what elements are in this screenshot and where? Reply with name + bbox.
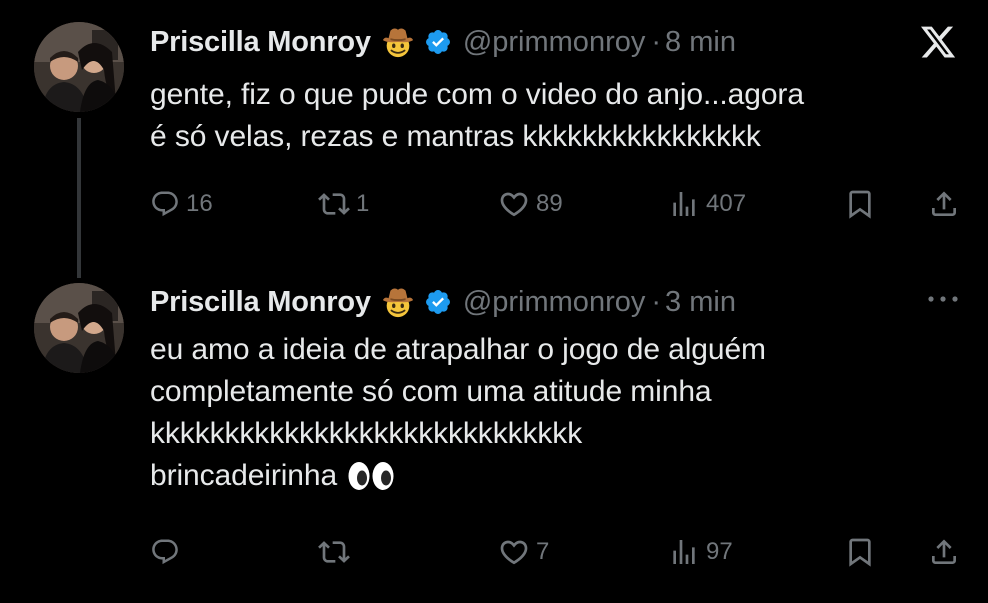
heart-icon <box>500 540 528 565</box>
tweet-text-line: kkkkkkkkkkkkkkkkkkkkkkkkkkkkk <box>150 417 583 450</box>
tweet[interactable]: Priscilla Monroy @primmonroy · 3 min eu … <box>0 262 988 603</box>
avatar[interactable] <box>34 22 124 112</box>
tweet-text: gente, fiz o que pude com o video do anj… <box>150 74 958 158</box>
views-button[interactable]: 97 <box>668 532 733 572</box>
views-chart-icon <box>673 192 695 216</box>
tweet-text-line: brincadeirinha <box>150 459 338 492</box>
share-button[interactable] <box>928 184 960 224</box>
repost-icon <box>318 193 350 215</box>
like-button[interactable]: 89 <box>498 184 563 224</box>
repost-button[interactable]: 1 <box>318 184 369 224</box>
repost-count: 1 <box>356 190 370 217</box>
author-handle[interactable]: @primmonroy <box>463 26 646 59</box>
eyes-emoji <box>348 462 394 490</box>
x-logo-icon[interactable] <box>918 23 958 61</box>
heart-icon <box>500 192 528 217</box>
bookmark-icon <box>849 538 871 567</box>
avatar[interactable] <box>34 283 124 373</box>
tweet-text-line: eu amo a ideia de atrapalhar o jogo de a… <box>150 333 766 366</box>
reply-button[interactable] <box>150 532 180 572</box>
views-chart-icon <box>673 540 695 564</box>
timestamp[interactable]: 8 min <box>665 26 736 59</box>
bookmark-icon <box>849 190 871 219</box>
like-count: 89 <box>536 190 563 217</box>
bookmark-button[interactable] <box>844 532 876 572</box>
more-options-icon[interactable] <box>926 292 960 306</box>
separator-dot: · <box>651 25 662 58</box>
tweet-header: Priscilla Monroy @primmonroy · 3 min <box>150 282 736 322</box>
author-handle[interactable]: @primmonroy <box>463 286 646 319</box>
bookmark-button[interactable] <box>844 184 876 224</box>
tweet[interactable]: Priscilla Monroy @primmonroy · 8 min gen… <box>0 0 988 278</box>
verified-badge-icon <box>425 290 450 314</box>
tweet-text-line: é só velas, rezas e mantras kkkkkkkkkkkk… <box>150 120 761 153</box>
cowboy-hat-face-emoji <box>382 28 413 58</box>
share-button[interactable] <box>928 532 960 572</box>
tweet-actions: 16 1 89 407 <box>150 184 958 224</box>
tweet-text-line: gente, fiz o que pude com o video do anj… <box>150 78 804 111</box>
author-name[interactable]: Priscilla Monroy <box>150 286 371 319</box>
like-count: 7 <box>536 538 550 565</box>
reply-icon <box>152 191 178 217</box>
tweet-text-line-with-emoji: brincadeirinha <box>150 455 958 497</box>
separator-dot: · <box>651 285 662 318</box>
reply-count: 16 <box>186 190 213 217</box>
cowboy-hat-face-emoji <box>382 288 413 318</box>
views-button[interactable]: 407 <box>668 184 746 224</box>
reply-button[interactable]: 16 <box>150 184 213 224</box>
tweet-actions: 7 97 <box>150 532 958 572</box>
views-count: 407 <box>706 190 747 217</box>
verified-badge-icon <box>425 30 450 54</box>
repost-button[interactable] <box>318 532 350 572</box>
timestamp[interactable]: 3 min <box>665 286 736 319</box>
author-name[interactable]: Priscilla Monroy <box>150 26 371 59</box>
repost-icon <box>318 541 350 563</box>
like-button[interactable]: 7 <box>498 532 549 572</box>
tweet-text: eu amo a ideia de atrapalhar o jogo de a… <box>150 329 958 497</box>
tweet-text-line: completamente só com uma atitude minha <box>150 375 712 408</box>
views-count: 97 <box>706 538 733 565</box>
thread-line <box>77 118 81 278</box>
share-icon <box>932 539 956 564</box>
reply-icon <box>152 539 178 565</box>
share-icon <box>932 191 956 216</box>
tweet-header: Priscilla Monroy @primmonroy · 8 min <box>150 22 736 62</box>
